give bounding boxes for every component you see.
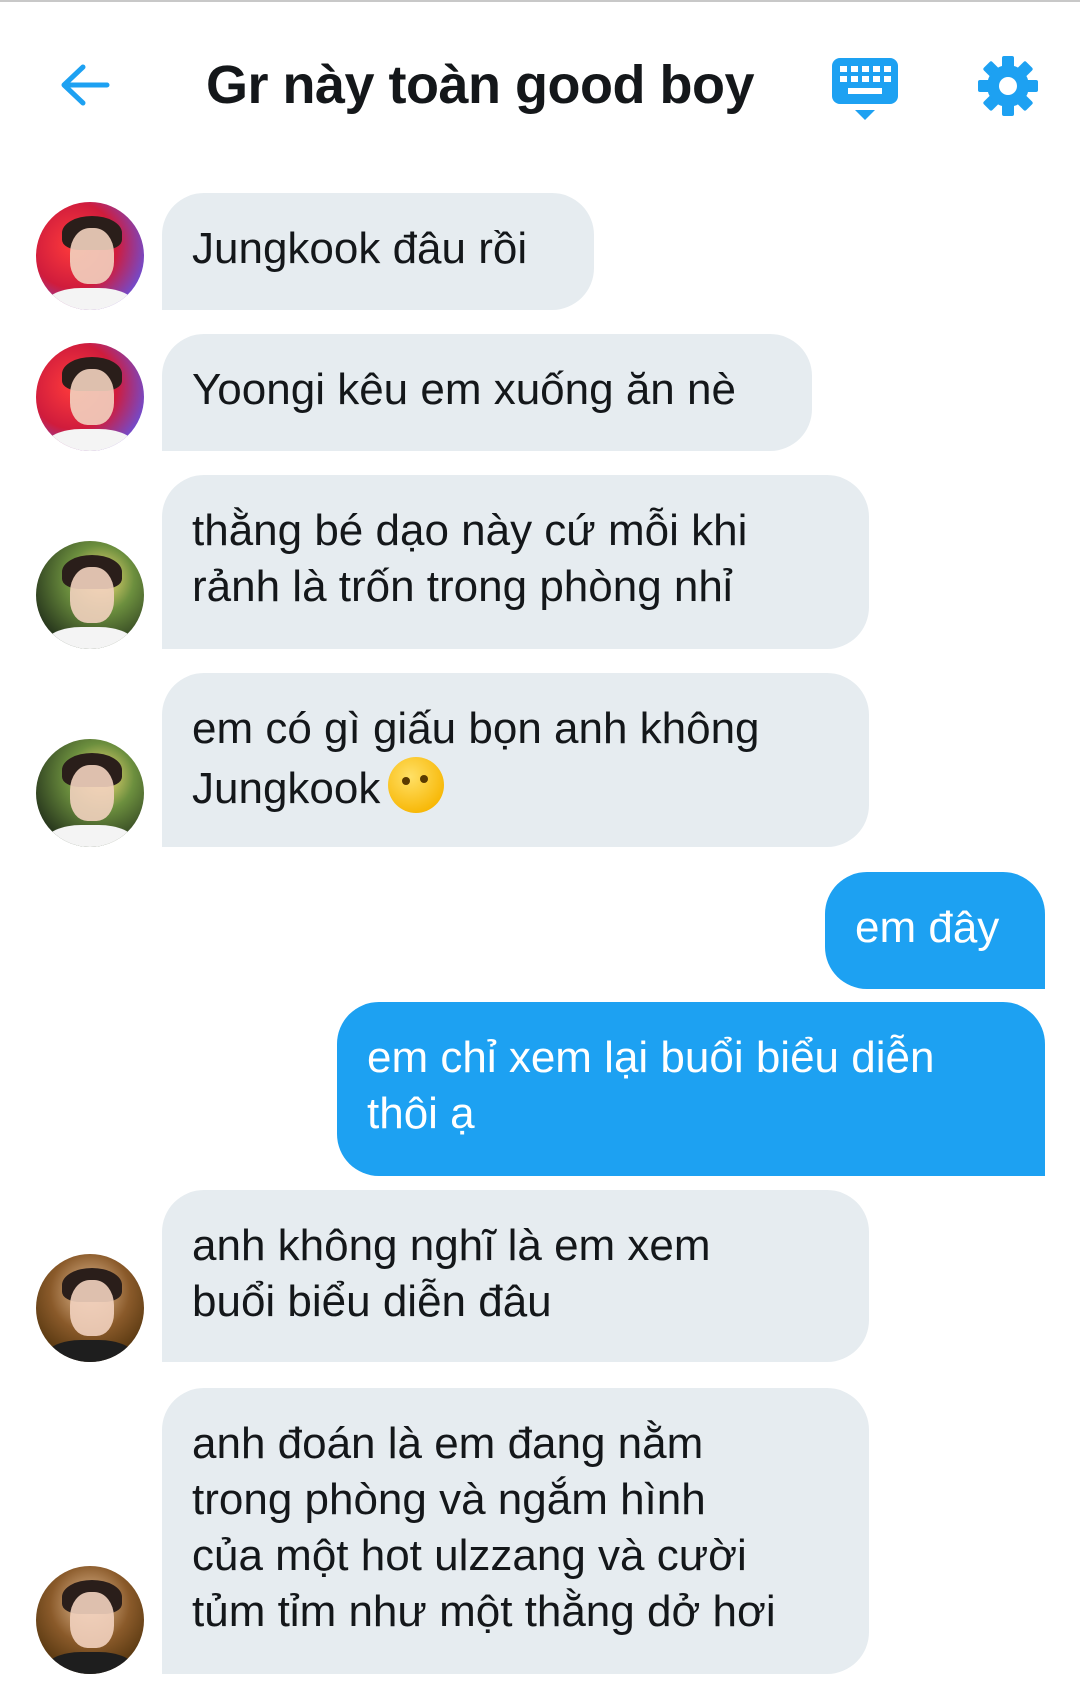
message-text: em chỉ xem lại buổi biểu diễn [367, 1033, 935, 1082]
avatar[interactable] [36, 202, 144, 310]
message-bubble-incoming[interactable]: em có gì giấu bọn anh không Jungkook [162, 673, 869, 847]
message-text: anh không nghĩ là em xem [192, 1221, 711, 1270]
message-bubble-incoming[interactable]: Yoongi kêu em xuống ăn nè [162, 334, 812, 451]
avatar[interactable] [36, 1254, 144, 1362]
message-bubble-outgoing[interactable]: em chỉ xem lại buổi biểu diễn thôi ạ [337, 1002, 1045, 1176]
message-text: em đây [855, 903, 1000, 952]
message-text: thằng bé dạo này cứ mỗi khi [192, 506, 748, 555]
message-text: Jungkook đâu rồi [192, 224, 528, 273]
message-text: anh đoán là em đang nằm [192, 1419, 704, 1468]
thinking-face-emoji-icon [388, 757, 445, 813]
message-text: rảnh là trốn trong phòng nhỉ [192, 562, 733, 611]
message-text: em có gì giấu bọn anh không [192, 704, 760, 753]
conversation-title: Gr này toàn good boy [205, 55, 755, 115]
chat-header: Gr này toàn good boy [0, 0, 1080, 175]
message-text: Jungkook [192, 764, 381, 813]
message-text: Yoongi kêu em xuống ăn nè [192, 365, 736, 414]
back-button[interactable] [52, 52, 118, 118]
message-bubble-incoming[interactable]: anh không nghĩ là em xem buổi biểu diễn … [162, 1190, 869, 1362]
message-bubble-outgoing[interactable]: em đây [825, 872, 1045, 989]
avatar[interactable] [36, 343, 144, 451]
avatar[interactable] [36, 739, 144, 847]
message-bubble-incoming[interactable]: thằng bé dạo này cứ mỗi khi rảnh là trốn… [162, 475, 869, 649]
gear-icon [978, 56, 1038, 116]
keyboard-button[interactable] [828, 54, 902, 124]
avatar[interactable] [36, 1566, 144, 1674]
keyboard-icon [832, 58, 898, 120]
message-bubble-incoming[interactable]: anh đoán là em đang nằm trong phòng và n… [162, 1388, 869, 1674]
message-text: trong phòng và ngắm hình [192, 1475, 706, 1524]
message-text: thôi ạ [367, 1089, 475, 1138]
message-text: tủm tỉm như một thằng dở hơi [192, 1587, 776, 1636]
message-text: của một hot ulzzang và cười [192, 1531, 747, 1580]
back-arrow-icon [61, 64, 110, 106]
avatar[interactable] [36, 541, 144, 649]
settings-button[interactable] [976, 54, 1040, 118]
message-bubble-incoming[interactable]: Jungkook đâu rồi [162, 193, 594, 310]
message-text: buổi biểu diễn đâu [192, 1277, 552, 1326]
